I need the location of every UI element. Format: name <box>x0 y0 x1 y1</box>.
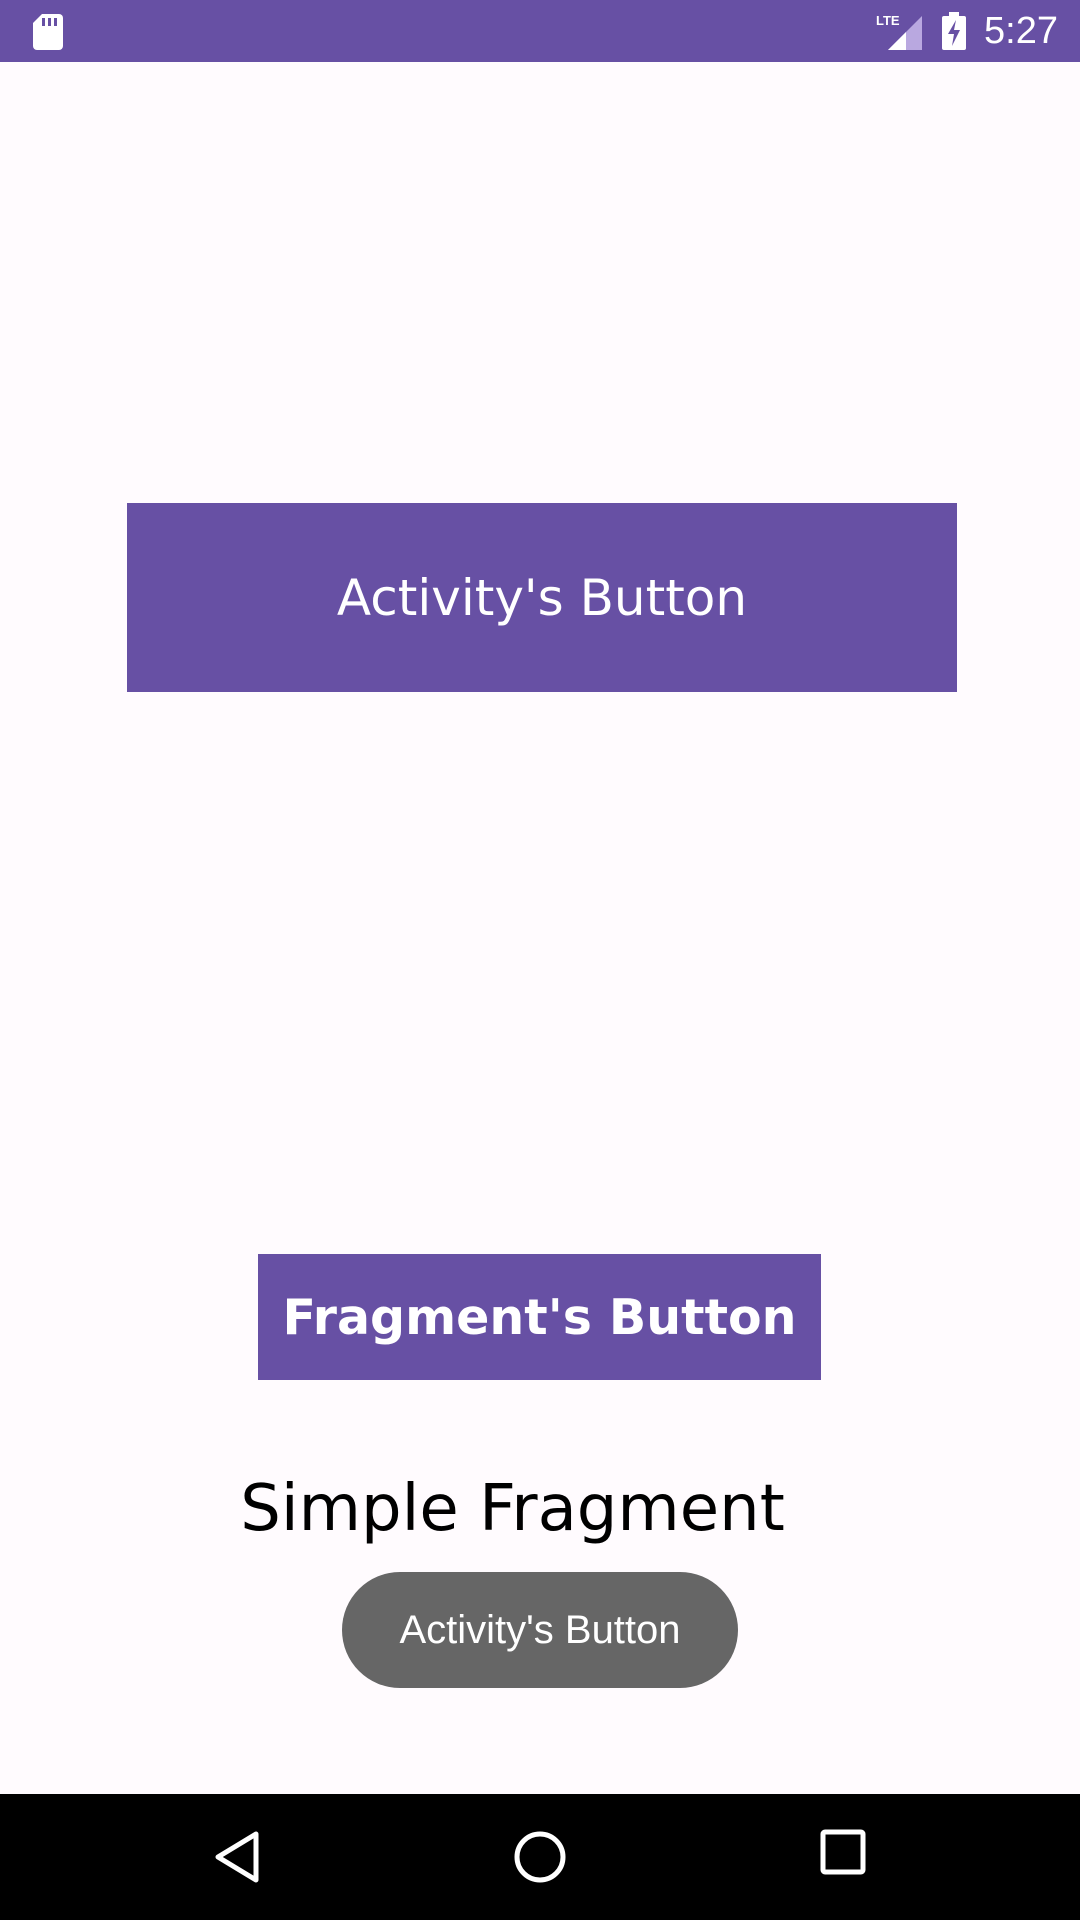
toast-message: Activity's Button <box>342 1572 738 1688</box>
navigation-bar <box>0 1794 1080 1920</box>
fragment-title: Simple Fragment <box>240 1472 785 1546</box>
battery-charging-icon <box>942 12 966 50</box>
recents-icon[interactable] <box>820 1829 866 1875</box>
activity-button[interactable]: Activity's Button <box>127 503 957 692</box>
home-icon[interactable] <box>512 1829 568 1885</box>
sd-card-icon <box>33 14 63 50</box>
lte-signal-icon: LTE <box>876 13 922 50</box>
fragment-button[interactable]: Fragment's Button <box>258 1254 821 1380</box>
network-label: LTE <box>876 13 900 28</box>
back-icon[interactable] <box>214 1830 260 1884</box>
status-bar: LTE 5:27 <box>0 0 1080 62</box>
main-content: Activity's Button Fragment's Button Simp… <box>0 62 1080 1794</box>
status-time: 5:27 <box>984 10 1058 52</box>
